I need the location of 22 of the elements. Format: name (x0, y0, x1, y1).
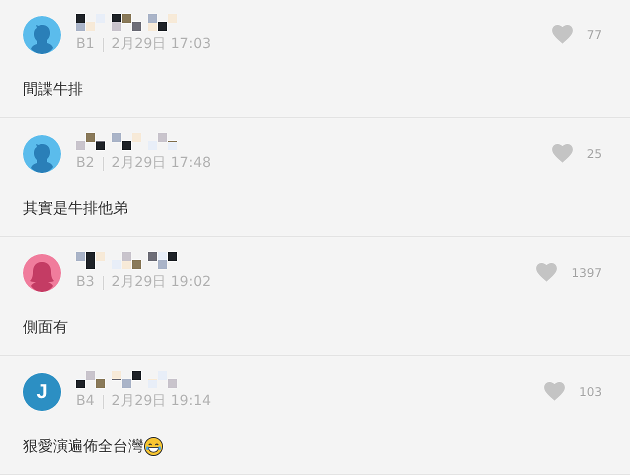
floor-number: B1 (76, 36, 95, 53)
comment-text: 間諜牛排 (23, 79, 83, 99)
comment-time: 2月29日 19:14 (112, 393, 212, 410)
like-count: 1397 (571, 266, 602, 280)
heart-icon[interactable] (544, 382, 566, 401)
like-count: 25 (586, 146, 602, 160)
floor-number: B2 (76, 155, 95, 172)
like-count: 77 (586, 28, 602, 42)
floor-number: B3 (76, 274, 95, 291)
comment-time: 2月29日 17:48 (112, 155, 212, 172)
heart-icon[interactable] (552, 144, 573, 163)
like-count: 103 (579, 384, 602, 398)
comment-time: 2月29日 19:02 (112, 274, 212, 291)
comment-text: 其實是牛排他弟 (23, 198, 128, 218)
avatar-letter: J (23, 373, 61, 411)
floor-number: B4 (76, 393, 95, 410)
laughing-face-icon (144, 436, 163, 456)
comment-time: 2月29日 17:03 (112, 36, 212, 53)
comment-text: 側面有 (23, 317, 68, 337)
heart-icon[interactable] (552, 25, 573, 44)
heart-icon[interactable] (536, 263, 558, 282)
comment-text: 狠愛演遍佈全台灣 (23, 436, 143, 456)
